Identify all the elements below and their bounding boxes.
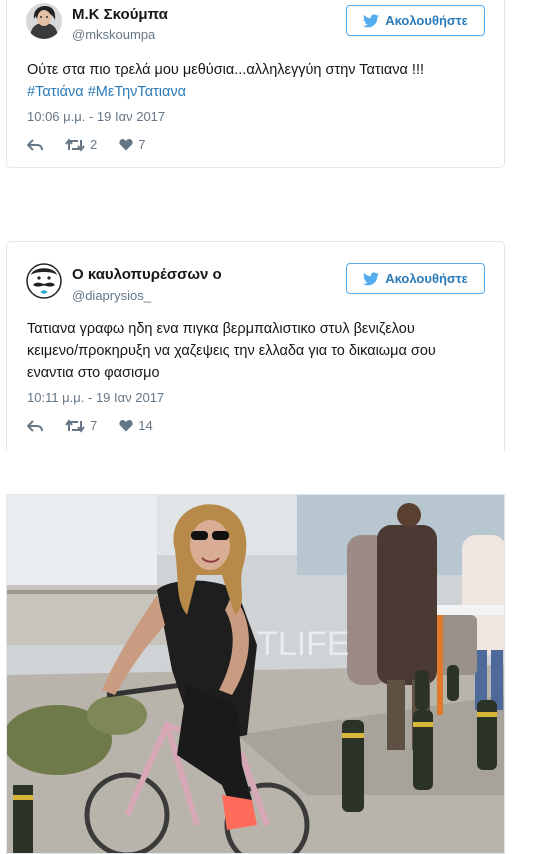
woman-on-bicycle-photo: TLIFE [7, 495, 504, 853]
hashtag-link[interactable]: #ΜεΤηνΤατιανα [88, 84, 186, 100]
user-handle[interactable]: @diaprysios_ [72, 288, 151, 303]
follow-label: Ακολουθήστε [385, 271, 468, 286]
tweet-timestamp[interactable]: 10:06 μ.μ. - 19 Ιαν 2017 [27, 109, 165, 124]
follow-button[interactable]: Ακολουθήστε [346, 5, 485, 36]
heart-icon [119, 139, 133, 151]
hashtag-link[interactable]: #Τατιάνα [27, 84, 84, 100]
reply-icon [27, 138, 43, 151]
tweet-text-line: εναντια στο φασισμο [27, 365, 160, 381]
hashtags: #Τατιάνα #ΜεΤηνΤατιανα [27, 81, 487, 103]
tweet-text: Τατιανα γραφω ηδη ενα πιγκα βερμπαλιστικ… [27, 318, 487, 384]
tweet-actions: 7 14 [27, 418, 175, 433]
tweet-card-1: Μ.Κ Σκούμπα @mkskoumpa Ακολουθήστε Ούτε … [6, 0, 505, 168]
retweet-button[interactable]: 7 [65, 418, 97, 433]
like-count: 14 [138, 418, 153, 433]
tweet-actions: 2 7 [27, 137, 167, 152]
reply-icon [27, 419, 43, 432]
tweet-text: Ούτε στα πιο τρελά μου μεθύσια...αλληλεγ… [27, 59, 487, 103]
follow-label: Ακολουθήστε [385, 13, 468, 28]
avatar[interactable] [26, 263, 62, 299]
article-photo: TLIFE [6, 494, 505, 854]
avatar[interactable] [26, 3, 62, 39]
retweet-button[interactable]: 2 [65, 137, 97, 152]
twitter-bird-icon [363, 13, 380, 27]
like-count: 7 [138, 137, 146, 152]
like-button[interactable]: 7 [119, 137, 145, 152]
tweet-text-line: Ούτε στα πιο τρελά μου μεθύσια...αλληλεγ… [27, 62, 425, 78]
twitter-bird-icon [363, 271, 380, 285]
mustache-face-icon [26, 263, 62, 299]
tweet-text-line: Τατιανα γραφω ηδη ενα πιγκα βερμπαλιστικ… [27, 321, 415, 337]
user-handle[interactable]: @mkskoumpa [72, 27, 155, 42]
tweet-timestamp[interactable]: 10:11 μ.μ. - 19 Ιαν 2017 [27, 390, 164, 405]
like-button[interactable]: 14 [119, 418, 153, 433]
retweet-icon [65, 137, 85, 152]
reply-button[interactable] [27, 138, 43, 152]
reply-button[interactable] [27, 419, 43, 433]
retweet-icon [65, 418, 85, 433]
retweet-count: 2 [90, 137, 98, 152]
follow-button[interactable]: Ακολουθήστε [346, 263, 485, 294]
heart-icon [119, 420, 133, 432]
profile-photo [26, 3, 62, 39]
tweet-text-line: κειμενο/προκηρυξη να χαζεψεις την ελλαδα… [27, 343, 436, 359]
photo-watermark: TLIFE [257, 625, 350, 663]
retweet-count: 7 [90, 418, 98, 433]
display-name[interactable]: Μ.Κ Σκούμπα [72, 6, 168, 23]
tweet-card-2: Ο καυλοπυρέσσων ο @diaprysios_ Ακολουθήσ… [6, 241, 505, 451]
display-name[interactable]: Ο καυλοπυρέσσων ο [72, 266, 222, 283]
